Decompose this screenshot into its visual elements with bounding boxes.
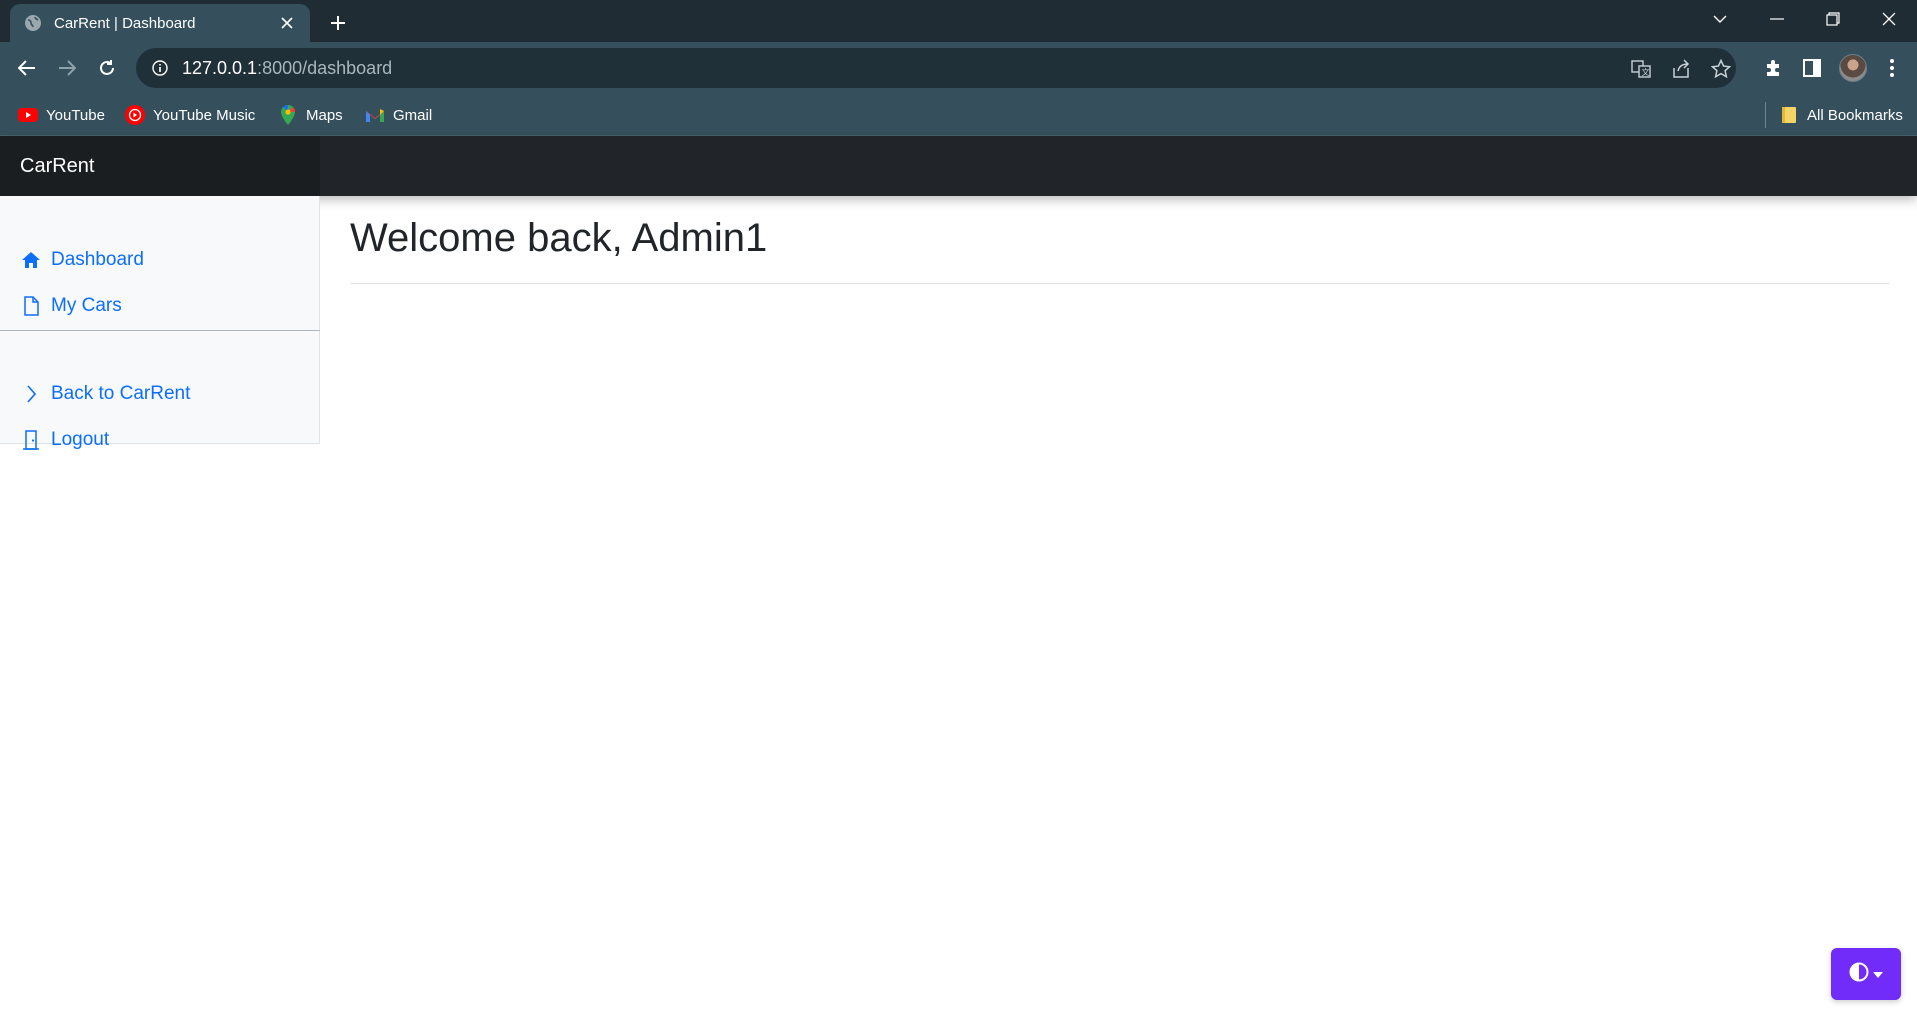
sidebar-item-label: Logout: [51, 429, 110, 450]
bookmarks-bar: YouTube YouTube Music Maps Gmail All Boo…: [0, 94, 1917, 136]
bookmark-star-icon[interactable]: [1710, 58, 1732, 80]
bookmarks-separator: [1765, 102, 1766, 128]
tab-title: CarRent | Dashboard: [54, 14, 196, 32]
translate-icon[interactable]: 文: [1630, 58, 1652, 80]
youtube-music-icon: [125, 105, 145, 125]
close-window-icon[interactable]: [1861, 0, 1917, 38]
page-viewport: CarRent Dashboard My Cars Back to CarRen…: [0, 136, 1917, 1018]
browser-toolbar: 127.0.0.1:8000/dashboard 文: [0, 42, 1917, 94]
address-bar[interactable]: 127.0.0.1:8000/dashboard 文: [136, 48, 1736, 88]
chevron-right-icon: [20, 383, 42, 405]
bookmark-maps[interactable]: Maps: [278, 104, 343, 126]
all-bookmarks-button[interactable]: All Bookmarks: [1779, 104, 1903, 126]
title-divider: [350, 283, 1890, 284]
contrast-icon: [1849, 962, 1869, 987]
door-icon: [20, 429, 42, 451]
browser-tab[interactable]: CarRent | Dashboard: [10, 4, 310, 42]
youtube-icon: [18, 105, 38, 125]
url-host: 127.0.0.1: [182, 57, 258, 78]
theme-toggle-button[interactable]: [1831, 948, 1901, 1000]
svg-text:文: 文: [1642, 67, 1650, 77]
forward-arrow-icon[interactable]: [52, 53, 82, 83]
brand-link[interactable]: CarRent: [0, 136, 320, 196]
sidebar-item-label: Dashboard: [51, 249, 144, 270]
file-icon: [20, 295, 42, 317]
sidebar-divider: [0, 330, 320, 331]
folder-icon: [1779, 105, 1799, 125]
sidebar-item-my-cars[interactable]: My Cars: [20, 292, 122, 320]
caret-down-icon: [1873, 965, 1883, 983]
sidebar: Dashboard My Cars Back to CarRent Logout: [0, 196, 320, 450]
site-info-icon[interactable]: [150, 58, 170, 78]
sidebar-item-label: Back to CarRent: [51, 383, 191, 404]
globe-icon: [24, 14, 42, 32]
restore-icon[interactable]: [1805, 0, 1861, 38]
profile-avatar[interactable]: [1839, 54, 1867, 82]
tab-search-icon[interactable]: [1692, 0, 1748, 38]
reload-icon[interactable]: [92, 53, 122, 83]
share-icon[interactable]: [1670, 58, 1692, 80]
maps-icon: [278, 105, 298, 125]
minimize-icon[interactable]: [1749, 0, 1805, 38]
browser-tabstrip: CarRent | Dashboard: [0, 0, 1917, 42]
gmail-icon: [365, 105, 385, 125]
sidebar-item-back-to-carrent[interactable]: Back to CarRent: [20, 380, 190, 408]
all-bookmarks-label: All Bookmarks: [1807, 106, 1903, 124]
bookmark-youtube[interactable]: YouTube: [18, 104, 105, 126]
bookmark-youtube-music[interactable]: YouTube Music: [125, 104, 255, 126]
bookmark-gmail[interactable]: Gmail: [365, 104, 432, 126]
url-path: :8000/dashboard: [257, 57, 393, 78]
back-arrow-icon[interactable]: [12, 53, 42, 83]
menu-kebab-icon[interactable]: [1877, 53, 1907, 83]
close-tab-icon[interactable]: [276, 12, 298, 34]
sidebar-item-dashboard[interactable]: Dashboard: [20, 246, 144, 274]
sidebar-item-label: My Cars: [51, 295, 122, 316]
new-tab-button[interactable]: [324, 9, 352, 37]
sidebar-item-logout[interactable]: Logout: [20, 426, 109, 454]
top-navbar: CarRent: [0, 136, 1917, 196]
side-panel-icon[interactable]: [1797, 53, 1827, 83]
bookmark-label: YouTube Music: [153, 106, 256, 124]
house-icon: [20, 249, 42, 271]
extensions-icon[interactable]: [1758, 53, 1788, 83]
bookmark-label: Gmail: [393, 106, 433, 124]
bookmark-label: YouTube: [46, 106, 105, 124]
page-title: Welcome back, Admin1: [350, 216, 768, 260]
bookmark-label: Maps: [306, 106, 343, 124]
